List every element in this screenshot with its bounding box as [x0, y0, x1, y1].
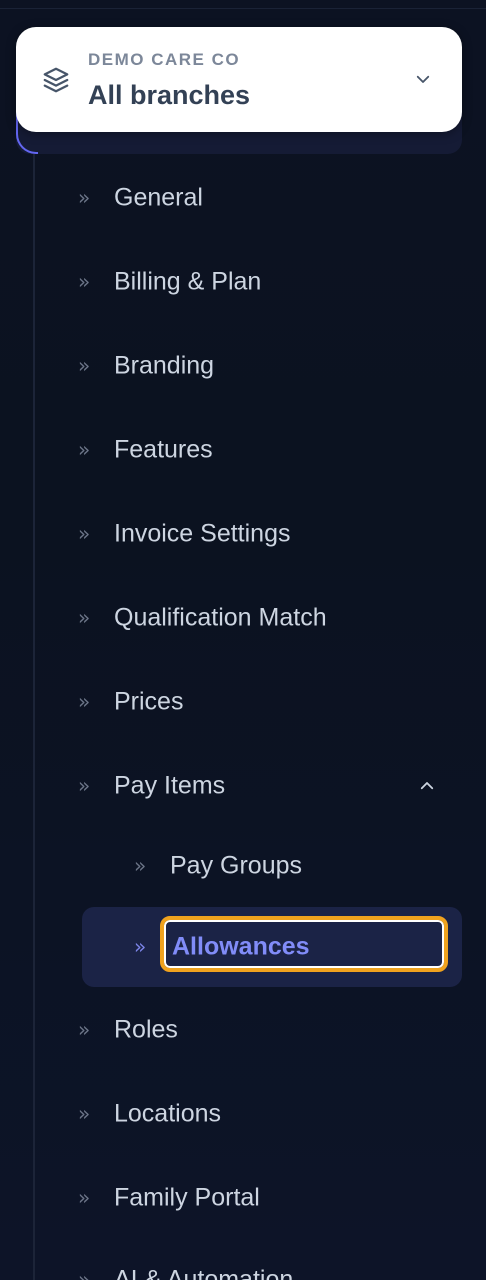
nav-item-label: Pay Items: [114, 771, 226, 800]
nav-item-invoice-settings[interactable]: » Invoice Settings: [60, 504, 462, 564]
nav-subitem-label: Allowances: [172, 932, 310, 961]
chevron-down-icon: [416, 75, 430, 83]
nav-item-label: Prices: [114, 687, 184, 716]
double-chevron-right-icon: »: [78, 269, 91, 294]
double-chevron-right-icon: »: [78, 185, 91, 210]
nav-item-ai-automation[interactable]: » AI & Automation: [60, 1250, 462, 1280]
nav-item-family-portal[interactable]: » Family Portal: [60, 1168, 462, 1228]
top-divider: [0, 8, 486, 9]
nav-item-roles[interactable]: » Roles: [60, 1000, 462, 1060]
double-chevron-right-icon: »: [134, 853, 147, 878]
nav-item-branding[interactable]: » Branding: [60, 336, 462, 396]
double-chevron-right-icon: »: [78, 773, 91, 798]
nav-item-prices[interactable]: » Prices: [60, 672, 462, 732]
double-chevron-right-icon: »: [134, 934, 147, 959]
nav-tree-line: [33, 150, 35, 1280]
nav-item-pay-items[interactable]: » Pay Items: [60, 756, 462, 816]
org-switcher[interactable]: DEMO CARE CO All branches: [16, 27, 462, 132]
nav-item-label: Branding: [114, 351, 215, 380]
nav-item-locations[interactable]: » Locations: [60, 1084, 462, 1144]
nav-item-qualification-match[interactable]: » Qualification Match: [60, 588, 462, 648]
nav-item-label: Features: [114, 435, 213, 464]
nav-subitem-label: Pay Groups: [170, 851, 303, 880]
nav-item-features[interactable]: » Features: [60, 420, 462, 480]
double-chevron-right-icon: »: [78, 1267, 91, 1280]
double-chevron-right-icon: »: [78, 437, 91, 462]
nav-subitem-allowances[interactable]: » Allowances: [82, 907, 462, 987]
layers-icon: [43, 67, 69, 93]
nav-item-billing-plan[interactable]: » Billing & Plan: [60, 252, 462, 312]
nav-item-label: AI & Automation: [114, 1265, 294, 1280]
branch-selector-label: All branches: [88, 80, 251, 110]
double-chevron-right-icon: »: [78, 353, 91, 378]
double-chevron-right-icon: »: [78, 1101, 91, 1126]
chevron-up-icon: [420, 782, 434, 790]
nav-item-label: Family Portal: [114, 1183, 260, 1212]
nav-item-label: Billing & Plan: [114, 267, 262, 296]
nav-subitem-pay-groups[interactable]: » Pay Groups: [116, 836, 462, 896]
nav-item-label: Locations: [114, 1099, 222, 1128]
double-chevron-right-icon: »: [78, 1185, 91, 1210]
nav-item-label: General: [114, 183, 203, 212]
nav-item-label: Roles: [114, 1015, 178, 1044]
nav-item-label: Invoice Settings: [114, 519, 291, 548]
double-chevron-right-icon: »: [78, 521, 91, 546]
double-chevron-right-icon: »: [78, 1017, 91, 1042]
org-name: DEMO CARE CO: [88, 50, 241, 69]
nav-item-general[interactable]: » General: [60, 168, 462, 228]
double-chevron-right-icon: »: [78, 605, 91, 630]
double-chevron-right-icon: »: [78, 689, 91, 714]
nav-item-label: Qualification Match: [114, 603, 327, 632]
